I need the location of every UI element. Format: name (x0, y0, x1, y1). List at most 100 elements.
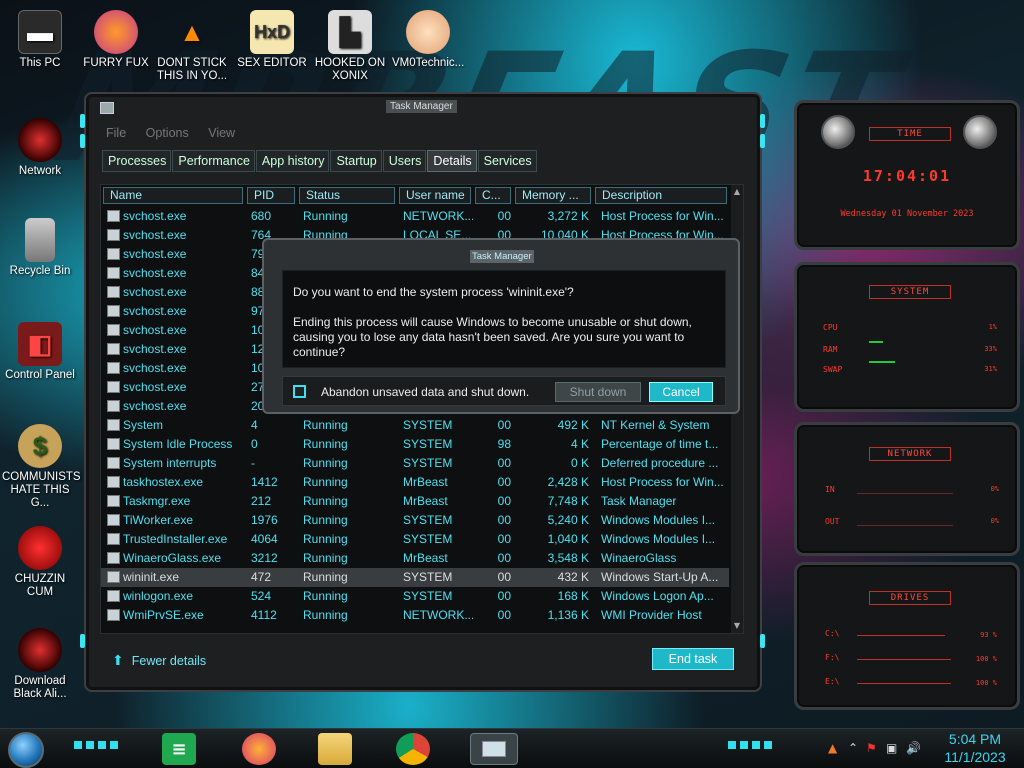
table-row[interactable]: System Idle Process 0 Running SYSTEM 98 4 K Pe… (101, 435, 729, 454)
desktop-icon-vlc[interactable]: ▲ DONT STICK THIS IN YO... (156, 10, 228, 83)
menu-bar: File Options View (106, 126, 249, 140)
column-header-description[interactable]: Description (595, 187, 727, 204)
desktop-icon-sex-editor[interactable]: HxD SEX EDITOR (236, 10, 308, 70)
desktop-icon-recycle-bin[interactable]: Recycle Bin (4, 218, 76, 278)
column-header-name[interactable]: Name (103, 187, 243, 204)
cell-name: svchost.exe (123, 228, 187, 242)
table-row[interactable]: System interrupts - Running SYSTEM 00 0 K Defe… (101, 454, 729, 473)
cell-name: WmiPrvSE.exe (123, 608, 204, 622)
desktop-icon-this-pc[interactable]: ▬ This PC (4, 10, 76, 70)
net-out-label: OUT (825, 517, 840, 526)
frame-accent (760, 114, 765, 128)
tab-users[interactable]: Users (382, 150, 427, 172)
table-row[interactable]: taskhostex.exe 1412 Running MrBeast 00 2,428 … (101, 473, 729, 492)
tray-chevron-icon[interactable]: ⌃ (848, 741, 858, 755)
file-explorer-icon[interactable] (318, 733, 352, 765)
desktop-icon-communists[interactable]: $ COMMUNISTS HATE THIS G... (2, 424, 81, 510)
cpu-bar (869, 341, 883, 343)
cell-mem: 0 K (570, 456, 589, 470)
cell-mem: 1,136 K (547, 608, 589, 622)
process-icon (107, 267, 120, 279)
abandon-data-checkbox[interactable] (293, 385, 306, 398)
shut-down-button[interactable]: Shut down (555, 382, 641, 402)
cancel-button[interactable]: Cancel (649, 382, 713, 402)
cell-pid: 4112 (251, 608, 277, 622)
cell-status: Running (303, 475, 348, 489)
net-in-label: IN (825, 485, 835, 494)
desktop-icon-chuzzin[interactable]: CHUZZIN CUM (4, 526, 76, 599)
taskbar-clock[interactable]: 5:04 PM 11/1/2023 (930, 730, 1020, 766)
column-header-pid[interactable]: PID (247, 187, 295, 204)
drive-e-bar (857, 683, 951, 684)
table-row[interactable]: WinaeroGlass.exe 3212 Running MrBeast 00 3,54… (101, 549, 729, 568)
cell-name: svchost.exe (123, 247, 187, 261)
column-header-status[interactable]: Status (299, 187, 395, 204)
cell-mem: 3,272 K (547, 209, 589, 223)
column-header-memory[interactable]: Memory ... (515, 187, 591, 204)
system-gadget: SYSTEM CPU 1% RAM 33% SWAP 31% (794, 262, 1020, 412)
cell-mem: 2,428 K (547, 475, 589, 489)
action-center-flag-icon[interactable]: ⚑ (866, 741, 877, 755)
alien-head-icon (821, 115, 855, 149)
desktop-icon-control-panel[interactable]: ◧ Control Panel (4, 322, 76, 382)
tab-startup[interactable]: Startup (330, 150, 382, 172)
start-button[interactable] (8, 732, 44, 768)
cell-name: svchost.exe (123, 304, 187, 318)
net-in-graph (857, 493, 953, 494)
dialog-message: Ending this process will cause Windows t… (293, 315, 692, 359)
menu-file[interactable]: File (106, 126, 126, 140)
cell-user: NETWORK... (403, 209, 473, 223)
tab-app-history[interactable]: App history (255, 150, 330, 172)
end-task-button[interactable]: End task (652, 648, 734, 670)
tab-details[interactable]: Details (427, 150, 477, 172)
cell-user: SYSTEM (403, 532, 453, 546)
task-manager-icon[interactable] (470, 733, 518, 765)
process-icon (107, 552, 120, 564)
desktop-icon-furry-fux[interactable]: FURRY FUX (80, 10, 152, 70)
table-row[interactable]: wininit.exe 472 Running SYSTEM 00 432 K Window… (101, 568, 729, 587)
cell-status: Running (303, 532, 348, 546)
scroll-down-icon[interactable]: ▼ (732, 621, 742, 631)
menu-options[interactable]: Options (146, 126, 189, 140)
column-header-cpu[interactable]: C... (475, 187, 511, 204)
desktop-icon-download[interactable]: Download Black Ali... (4, 628, 76, 701)
volume-icon[interactable]: 🔊 (906, 741, 921, 755)
table-row[interactable]: System 4 Running SYSTEM 00 492 K NT Kernel & S… (101, 416, 729, 435)
tray-app-icon[interactable]: ▲ (828, 741, 837, 755)
table-row[interactable]: TiWorker.exe 1976 Running SYSTEM 00 5,240 K Wi… (101, 511, 729, 530)
desktop-icon-network[interactable]: Network (4, 118, 76, 178)
tab-services[interactable]: Services (477, 150, 537, 172)
table-row[interactable]: TrustedInstaller.exe 4064 Running SYSTEM 00 1… (101, 530, 729, 549)
table-row[interactable]: winlogon.exe 524 Running SYSTEM 00 168 K Windo… (101, 587, 729, 606)
tab-performance[interactable]: Performance (172, 150, 255, 172)
abandon-data-label[interactable]: Abandon unsaved data and shut down. (321, 385, 529, 399)
ram-value: 33% (984, 345, 997, 353)
drive-f-value: 100 % (975, 655, 997, 663)
scroll-up-icon[interactable]: ▲ (732, 187, 742, 197)
cell-pid: 524 (251, 589, 272, 603)
cell-desc: Windows Start-Up A... (601, 570, 719, 584)
chrome-icon[interactable] (396, 733, 430, 765)
desktop-icon-vm0technic[interactable]: VM0Technic... (392, 10, 464, 70)
table-row[interactable]: Taskmgr.exe 212 Running MrBeast 00 7,748 K Tas… (101, 492, 729, 511)
cell-desc: WinaeroGlass (601, 551, 677, 565)
desktop-icon-xonix[interactable]: ▙ HOOKED ON XONIX (314, 10, 386, 83)
dialog-footer: Abandon unsaved data and shut down. Shut… (282, 376, 726, 406)
network-tray-icon[interactable]: ▣ (886, 741, 897, 755)
dialog-title: Task Manager (470, 250, 534, 263)
table-row[interactable]: svchost.exe 680 Running NETWORK... 00 3,272 K… (101, 207, 729, 226)
cell-status: Running (303, 551, 348, 565)
process-icon (107, 324, 120, 336)
vlc-cone-icon: ▲ (179, 16, 205, 47)
column-header-user[interactable]: User name (399, 187, 471, 204)
cell-name: TiWorker.exe (123, 513, 194, 527)
drives-gadget-title: DRIVES (869, 591, 951, 605)
fewer-details-link[interactable]: ⬆ Fewer details (112, 652, 206, 669)
cell-status: Running (303, 437, 348, 451)
cell-name: WinaeroGlass.exe (123, 551, 222, 565)
notes-icon[interactable]: ≡ (162, 733, 196, 765)
menu-view[interactable]: View (208, 126, 235, 140)
firefox-icon[interactable] (242, 733, 276, 765)
table-row[interactable]: WmiPrvSE.exe 4112 Running NETWORK... 00 1,136… (101, 606, 729, 625)
tab-processes[interactable]: Processes (102, 150, 172, 172)
